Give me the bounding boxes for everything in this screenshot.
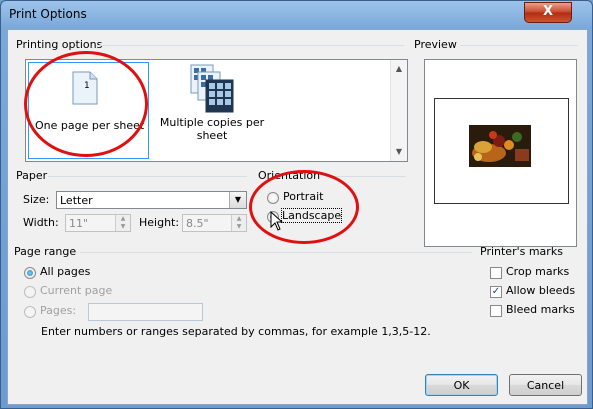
paper-size-select[interactable]: Letter ▼ bbox=[56, 191, 247, 209]
preview-image bbox=[469, 125, 531, 167]
crop-marks-label[interactable]: Crop marks bbox=[506, 265, 569, 278]
annotation-circle-printing-option bbox=[24, 51, 148, 157]
dialog-body: Printing options 1 One page per sheet Mu… bbox=[7, 29, 588, 405]
all-pages-label[interactable]: All pages bbox=[40, 265, 90, 278]
page-range-label: Page range bbox=[14, 245, 77, 258]
chevron-down-icon[interactable]: ▼ bbox=[229, 192, 246, 208]
preview-pane bbox=[424, 59, 577, 247]
options-scrollbar[interactable]: ▲ ▼ bbox=[390, 60, 407, 161]
printers-marks-label: Printer's marks bbox=[480, 245, 563, 258]
pages-label[interactable]: Pages: bbox=[40, 304, 76, 317]
window-title: Print Options bbox=[9, 7, 87, 21]
width-value: 11" bbox=[69, 217, 89, 230]
paper-size-value: Letter bbox=[60, 194, 93, 207]
bleed-marks-checkbox[interactable] bbox=[490, 305, 502, 317]
allow-bleeds-checkbox[interactable]: ✓ bbox=[490, 286, 502, 298]
title-bar[interactable]: Print Options X bbox=[1, 1, 592, 29]
close-button[interactable]: X bbox=[524, 2, 572, 23]
allow-bleeds-label[interactable]: Allow bleeds bbox=[506, 284, 575, 297]
current-page-radio[interactable] bbox=[24, 286, 36, 298]
current-page-label[interactable]: Current page bbox=[40, 284, 112, 297]
height-spinner[interactable]: 8.5" ▲ ▼ bbox=[182, 214, 247, 232]
spin-down-icon[interactable]: ▼ bbox=[231, 223, 246, 231]
pages-radio[interactable] bbox=[24, 306, 36, 318]
spin-up-icon[interactable]: ▲ bbox=[231, 215, 246, 223]
option-label: Multiple copies per sheet bbox=[159, 116, 265, 142]
crop-marks-checkbox[interactable] bbox=[490, 267, 502, 279]
scroll-up-icon[interactable]: ▲ bbox=[391, 61, 407, 77]
cancel-button[interactable]: Cancel bbox=[509, 374, 582, 396]
spin-down-icon[interactable]: ▼ bbox=[115, 223, 130, 231]
pages-input[interactable] bbox=[88, 303, 203, 321]
width-label: Width: bbox=[23, 216, 59, 229]
annotation-circle-orientation bbox=[249, 170, 359, 244]
height-label: Height: bbox=[139, 216, 180, 229]
preview-label: Preview bbox=[414, 38, 457, 51]
ok-button[interactable]: OK bbox=[425, 374, 498, 396]
page-range-hint: Enter numbers or ranges separated by com… bbox=[41, 325, 431, 338]
print-options-dialog: Print Options X Printing options 1 One p… bbox=[0, 0, 593, 409]
page-range-divider bbox=[80, 252, 472, 253]
orientation-divider bbox=[326, 176, 406, 177]
scroll-down-icon[interactable]: ▼ bbox=[391, 144, 407, 160]
all-pages-radio[interactable] bbox=[24, 267, 36, 279]
preview-page bbox=[434, 98, 569, 204]
bleed-marks-label[interactable]: Bleed marks bbox=[506, 303, 575, 316]
paper-divider bbox=[48, 176, 247, 177]
height-value: 8.5" bbox=[186, 217, 209, 230]
size-label: Size: bbox=[23, 193, 50, 206]
printing-options-label: Printing options bbox=[14, 38, 105, 51]
option-multiple-copies-per-sheet[interactable]: Multiple copies per sheet bbox=[152, 62, 271, 157]
paper-label: Paper bbox=[16, 169, 48, 182]
multiple-pages-icon bbox=[190, 64, 234, 113]
preview-divider bbox=[460, 45, 578, 46]
spin-up-icon[interactable]: ▲ bbox=[115, 215, 130, 223]
width-spinner[interactable]: 11" ▲ ▼ bbox=[65, 214, 131, 232]
printing-options-divider bbox=[98, 45, 404, 46]
